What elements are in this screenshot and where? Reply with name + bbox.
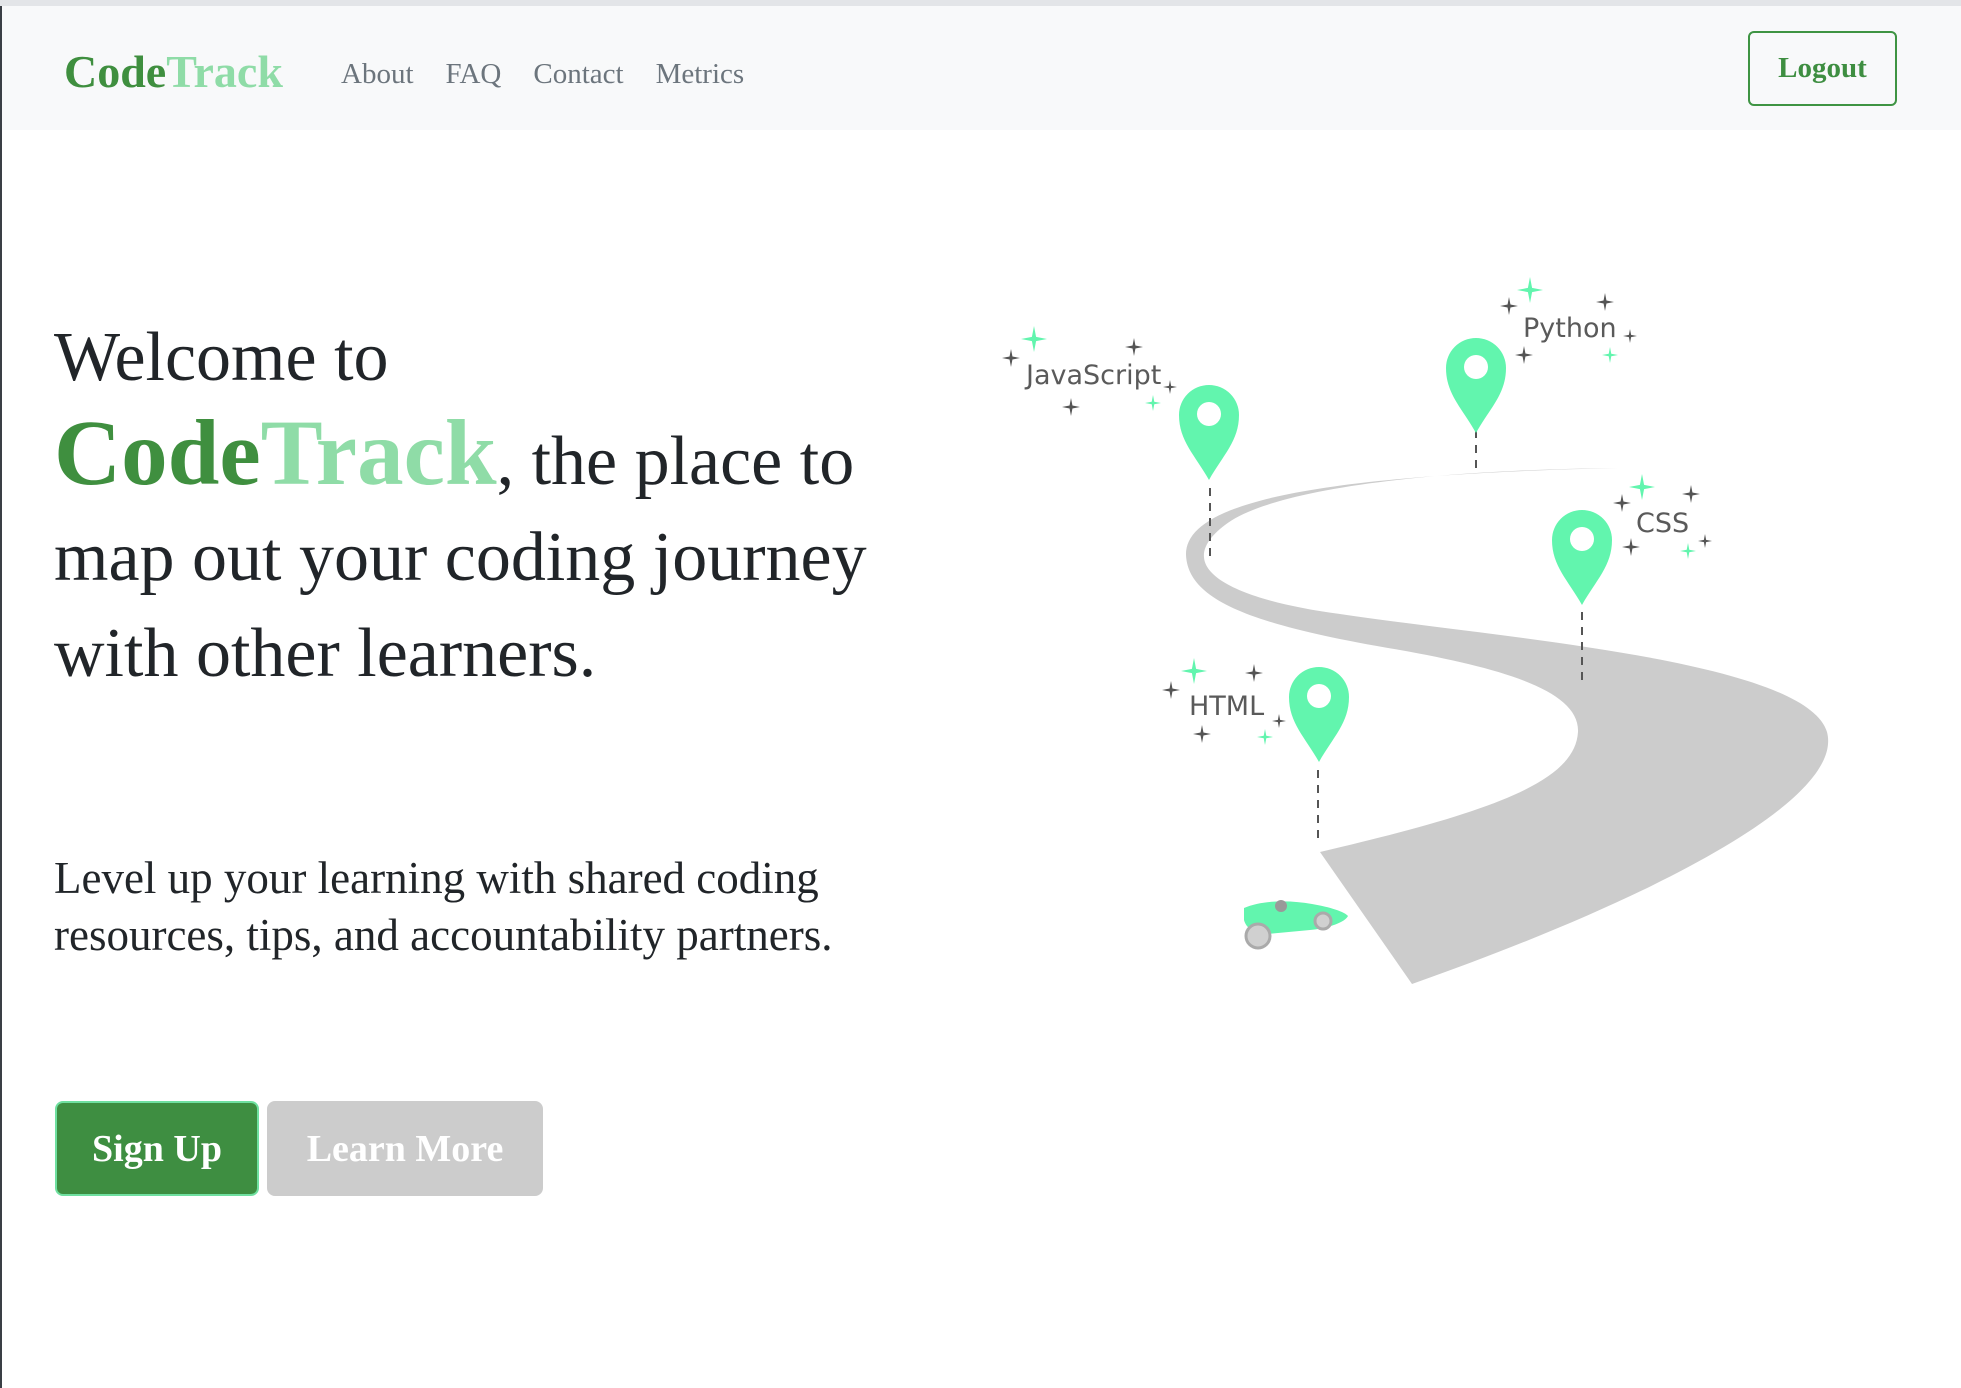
learn-more-button[interactable]: Learn More [267,1101,543,1196]
nav-link-faq[interactable]: FAQ [446,54,502,94]
hero-title-brand: CodeTrack [54,402,497,505]
hero-title-brand-track: Track [260,402,497,505]
nav-links: About FAQ Contact Metrics [341,54,744,94]
signup-button[interactable]: Sign Up [55,1101,259,1196]
brand-logo[interactable]: CodeTrack [64,44,283,100]
hero-buttons: Sign Up Learn More [55,1101,543,1196]
nav-link-about[interactable]: About [341,54,414,94]
brand-logo-code: Code [64,46,167,97]
navbar: CodeTrack About FAQ Contact Metrics Logo… [2,6,1961,130]
brand-logo-track: Track [166,46,283,97]
hero-title: Welcome to CodeTrack, the place to map ou… [54,310,914,702]
nav-link-metrics[interactable]: Metrics [656,54,745,94]
logout-button[interactable]: Logout [1748,31,1897,106]
hero-title-prefix: Welcome to [54,319,389,396]
hero-subtitle: Level up your learning with shared codin… [54,853,833,960]
nav-link-contact[interactable]: Contact [533,54,623,94]
hero-title-brand-code: Code [54,402,261,505]
